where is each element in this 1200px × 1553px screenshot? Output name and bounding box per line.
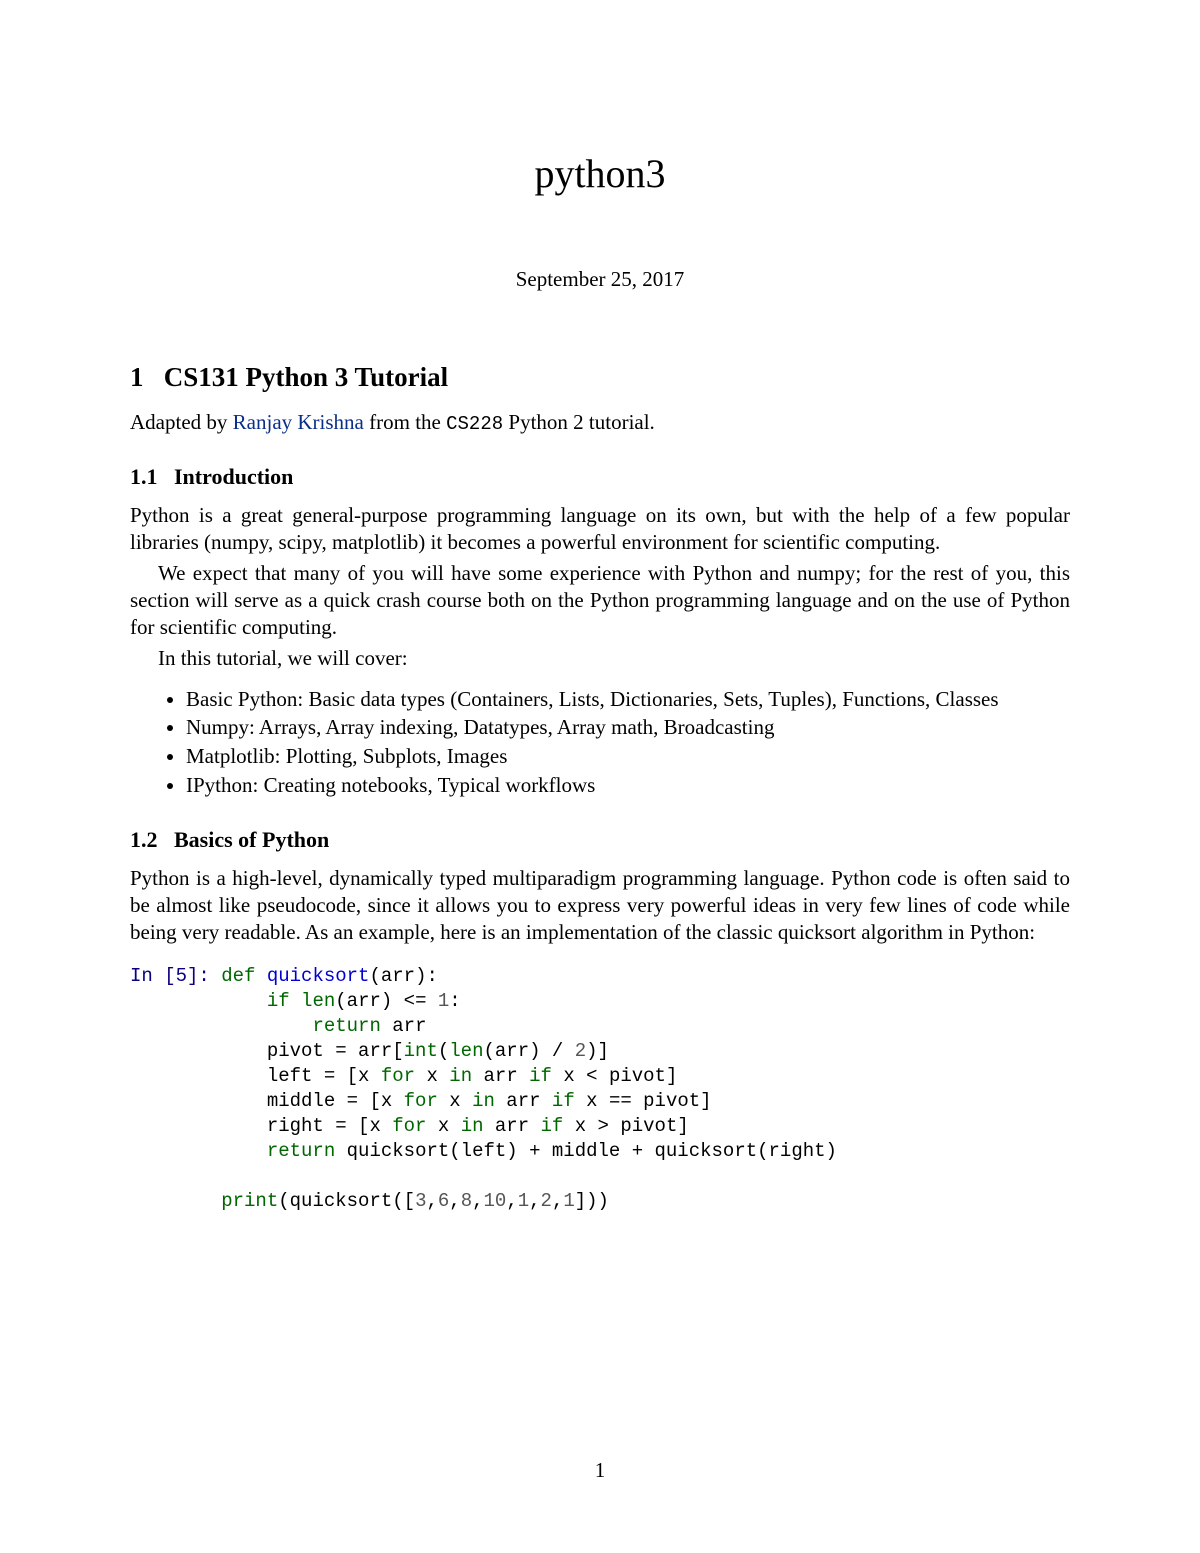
code-text: pivot = arr[ [267, 1040, 404, 1062]
kw-return: return [267, 1140, 335, 1162]
code-text: ])) [575, 1190, 609, 1212]
code-text: (arr) <= [335, 990, 438, 1012]
code-text: x [438, 1090, 472, 1112]
num-literal: 6 [438, 1190, 449, 1212]
kw-if: if [552, 1090, 575, 1112]
section-1-heading: 1 CS131 Python 3 Tutorial [130, 362, 1070, 393]
code-text: x == pivot] [575, 1090, 712, 1112]
kw-for: for [392, 1115, 426, 1137]
code-text: left = [x [267, 1065, 381, 1087]
adapted-mid: from the [364, 410, 446, 434]
code-text: , [552, 1190, 563, 1212]
section-1-2-title: Basics of Python [174, 827, 329, 852]
code-text: arr [495, 1090, 552, 1112]
section-1-1-heading: 1.1 Introduction [130, 464, 1070, 490]
kw-for: for [404, 1090, 438, 1112]
num-literal: 1 [563, 1190, 574, 1212]
num-literal: 2 [541, 1190, 552, 1212]
code-text: x < pivot] [552, 1065, 677, 1087]
adapted-post: Python 2 tutorial. [503, 410, 655, 434]
code-text: : [449, 990, 460, 1012]
kw-return: return [312, 1015, 380, 1037]
kw-in: in [472, 1090, 495, 1112]
section-1-2-heading: 1.2 Basics of Python [130, 827, 1070, 853]
list-item: IPython: Creating notebooks, Typical wor… [186, 772, 1070, 799]
num-literal: 1 [518, 1190, 529, 1212]
code-text: quicksort(left) + middle + quicksort(rig… [335, 1140, 837, 1162]
code-text: x > pivot] [563, 1115, 688, 1137]
intro-p2: We expect that many of you will have som… [130, 560, 1070, 641]
section-1-number: 1 [130, 362, 144, 392]
code-text: x [426, 1115, 460, 1137]
kw-def: def [221, 965, 255, 987]
code-text: , [472, 1190, 483, 1212]
builtin-int: int [404, 1040, 438, 1062]
topics-list: Basic Python: Basic data types (Containe… [130, 686, 1070, 800]
code-text: (arr) / [484, 1040, 575, 1062]
code-text: , [529, 1190, 540, 1212]
code-prompt: In [5]: [130, 965, 221, 987]
code-text: arr [381, 1015, 427, 1037]
code-text: , [506, 1190, 517, 1212]
code-block: In [5]: def quicksort(arr): if len(arr) … [130, 964, 1070, 1215]
intro-p3: In this tutorial, we will cover: [130, 645, 1070, 672]
builtin-len: len [449, 1040, 483, 1062]
section-1-2-number: 1.2 [130, 827, 158, 852]
intro-p1: Python is a great general-purpose progra… [130, 502, 1070, 556]
adapted-line: Adapted by Ranjay Krishna from the CS228… [130, 409, 1070, 436]
code-text: ( [438, 1040, 449, 1062]
code-text: (quicksort([ [278, 1190, 415, 1212]
code-text: arr [472, 1065, 529, 1087]
author-link[interactable]: Ranjay Krishna [233, 410, 364, 434]
basics-p1: Python is a high-level, dynamically type… [130, 865, 1070, 946]
code-text: arr [484, 1115, 541, 1137]
list-item: Basic Python: Basic data types (Containe… [186, 686, 1070, 713]
code-text: middle = [x [267, 1090, 404, 1112]
num-literal: 10 [484, 1190, 507, 1212]
builtin-len: len [301, 990, 335, 1012]
kw-if: if [529, 1065, 552, 1087]
kw-in: in [461, 1115, 484, 1137]
code-text: )] [586, 1040, 609, 1062]
cs228-code: CS228 [446, 413, 503, 435]
kw-if: if [541, 1115, 564, 1137]
kw-in: in [449, 1065, 472, 1087]
code-text: right = [x [267, 1115, 392, 1137]
section-1-1-title: Introduction [174, 464, 293, 489]
code-text: (arr): [369, 965, 437, 987]
doc-title: python3 [130, 150, 1070, 197]
list-item: Numpy: Arrays, Array indexing, Datatypes… [186, 714, 1070, 741]
list-item: Matplotlib: Plotting, Subplots, Images [186, 743, 1070, 770]
section-1-title: CS131 Python 3 Tutorial [164, 362, 448, 392]
page: python3 September 25, 2017 1 CS131 Pytho… [0, 0, 1200, 1553]
adapted-pre: Adapted by [130, 410, 233, 434]
doc-date: September 25, 2017 [130, 267, 1070, 292]
num-literal: 3 [415, 1190, 426, 1212]
page-number: 1 [0, 1458, 1200, 1483]
fn-quicksort: quicksort [267, 965, 370, 987]
num-literal: 1 [438, 990, 449, 1012]
kw-for: for [381, 1065, 415, 1087]
num-literal: 8 [461, 1190, 472, 1212]
code-text: , [426, 1190, 437, 1212]
code-text: x [415, 1065, 449, 1087]
num-literal: 2 [575, 1040, 586, 1062]
builtin-print: print [221, 1190, 278, 1212]
section-1-1-number: 1.1 [130, 464, 158, 489]
kw-if: if [267, 990, 290, 1012]
code-text: , [449, 1190, 460, 1212]
